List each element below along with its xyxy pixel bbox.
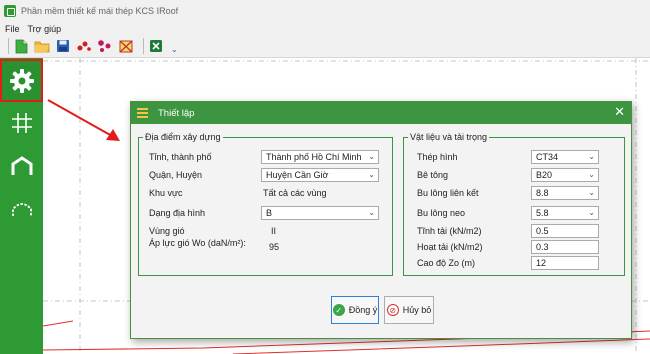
elevation-value: 12: [536, 258, 547, 268]
bolt-label: Bu lông liên kết: [417, 188, 479, 198]
arch-frame-icon: [11, 202, 32, 216]
anchor-value: 5.8: [536, 208, 549, 218]
open-folder-icon[interactable]: [34, 38, 50, 54]
terrain-select[interactable]: B ⌄: [261, 206, 379, 220]
annotation-arrow: [47, 99, 120, 141]
location-legend: Địa điểm xây dựng: [145, 132, 221, 142]
concrete-select[interactable]: B20 ⌄: [531, 168, 599, 182]
anchor-label: Bu lông neo: [417, 208, 466, 218]
concrete-label: Bê tông: [417, 170, 449, 180]
ok-button[interactable]: ✓ Đồng ý: [331, 296, 379, 324]
chevron-down-icon: ⌄: [588, 208, 595, 217]
dialog-header: Thiết lập ✕: [131, 102, 631, 124]
sidebar-item-settings[interactable]: [0, 59, 43, 102]
settings-dialog: Thiết lập ✕ Địa điểm xây dựng Tỉnh, thàn…: [130, 101, 632, 339]
concrete-value: B20: [536, 170, 553, 180]
terrain-label: Dạng địa hình: [149, 208, 206, 218]
cancel-icon: ⊘: [386, 304, 399, 316]
chevron-down-icon: ⌄: [588, 152, 595, 161]
grid-icon: [11, 112, 32, 133]
dead-load-value: 0.5: [536, 226, 549, 236]
points-icon[interactable]: [76, 38, 92, 54]
menu-help[interactable]: Trợ giúp: [28, 24, 62, 34]
area-label: Khu vực: [149, 188, 183, 198]
nodes-icon[interactable]: [97, 38, 113, 54]
area-value: Tất cả các vùng: [263, 188, 327, 198]
elevation-input[interactable]: 12: [531, 256, 599, 270]
chevron-down-icon: ⌄: [588, 188, 595, 197]
steel-value: CT34: [536, 152, 559, 162]
menu-file[interactable]: File: [5, 24, 20, 34]
anchor-select[interactable]: 5.8 ⌄: [531, 206, 599, 220]
elevation-label: Cao độ Zo (m): [417, 258, 476, 268]
material-legend: Vật liệu và tải trọng: [410, 132, 488, 142]
toolbar-grip: [8, 38, 9, 54]
live-load-label: Hoạt tải (kN/m2): [417, 242, 483, 252]
cancel-button[interactable]: ⊘ Hủy bỏ: [384, 296, 434, 324]
check-icon: ✓: [332, 304, 345, 316]
excel-export-icon[interactable]: [148, 38, 164, 54]
district-select[interactable]: Huyện Cần Giờ ⌄: [261, 168, 379, 182]
terrain-value: B: [266, 208, 273, 218]
chevron-down-icon: ⌄: [588, 170, 595, 179]
ok-button-label: Đồng ý: [348, 305, 378, 315]
wind-zone-label: Vùng gió: [149, 226, 185, 236]
toolbar-separator: [143, 38, 144, 54]
sidebar-item-grid[interactable]: [0, 101, 43, 144]
live-load-value: 0.3: [536, 242, 549, 252]
app-logo-icon: [4, 5, 16, 17]
save-icon[interactable]: [55, 38, 71, 54]
sidebar-item-arch-frame[interactable]: [0, 187, 43, 230]
toolbar-overflow-icon[interactable]: ⌄: [171, 45, 178, 54]
dialog-title: Thiết lập: [158, 107, 195, 119]
chevron-down-icon: ⌄: [368, 152, 375, 161]
province-label: Tỉnh, thành phố: [149, 152, 212, 162]
new-file-icon[interactable]: [13, 38, 29, 54]
wind-zone-value: II: [271, 226, 277, 236]
wind-pressure-value: 95: [269, 242, 280, 252]
cancel-button-label: Hủy bỏ: [402, 305, 432, 315]
district-label: Quận, Huyện: [149, 170, 203, 180]
steel-label: Thép hình: [417, 152, 458, 162]
bolt-value: 8.8: [536, 188, 549, 198]
steel-select[interactable]: CT34 ⌄: [531, 150, 599, 164]
close-icon[interactable]: ✕: [614, 105, 625, 119]
live-load-input[interactable]: 0.3: [531, 240, 599, 254]
frame-icon[interactable]: [118, 38, 134, 54]
sidebar: [0, 58, 43, 354]
dead-load-label: Tĩnh tải (kN/m2): [417, 226, 482, 236]
gable-frame-icon: [11, 155, 32, 175]
title-bar: Phần mềm thiết kế mái thép KCS IRoof: [0, 0, 650, 22]
dead-load-input[interactable]: 0.5: [531, 224, 599, 238]
province-value: Thành phố Hồ Chí Minh: [266, 152, 362, 162]
app-title: Phần mềm thiết kế mái thép KCS IRoof: [21, 6, 179, 16]
menu-icon: [137, 108, 148, 118]
toolbar: ⌄: [0, 35, 650, 58]
sidebar-item-gable-frame[interactable]: [0, 144, 43, 187]
chevron-down-icon: ⌄: [368, 170, 375, 179]
menu-bar: File Trợ giúp: [0, 22, 650, 35]
district-value: Huyện Cần Giờ: [266, 170, 329, 180]
chevron-down-icon: ⌄: [368, 208, 375, 217]
wind-pressure-label: Áp lực gió Wo (daN/m²):: [149, 238, 246, 248]
bolt-select[interactable]: 8.8 ⌄: [531, 186, 599, 200]
province-select[interactable]: Thành phố Hồ Chí Minh ⌄: [261, 150, 379, 164]
gear-icon: [9, 68, 34, 93]
